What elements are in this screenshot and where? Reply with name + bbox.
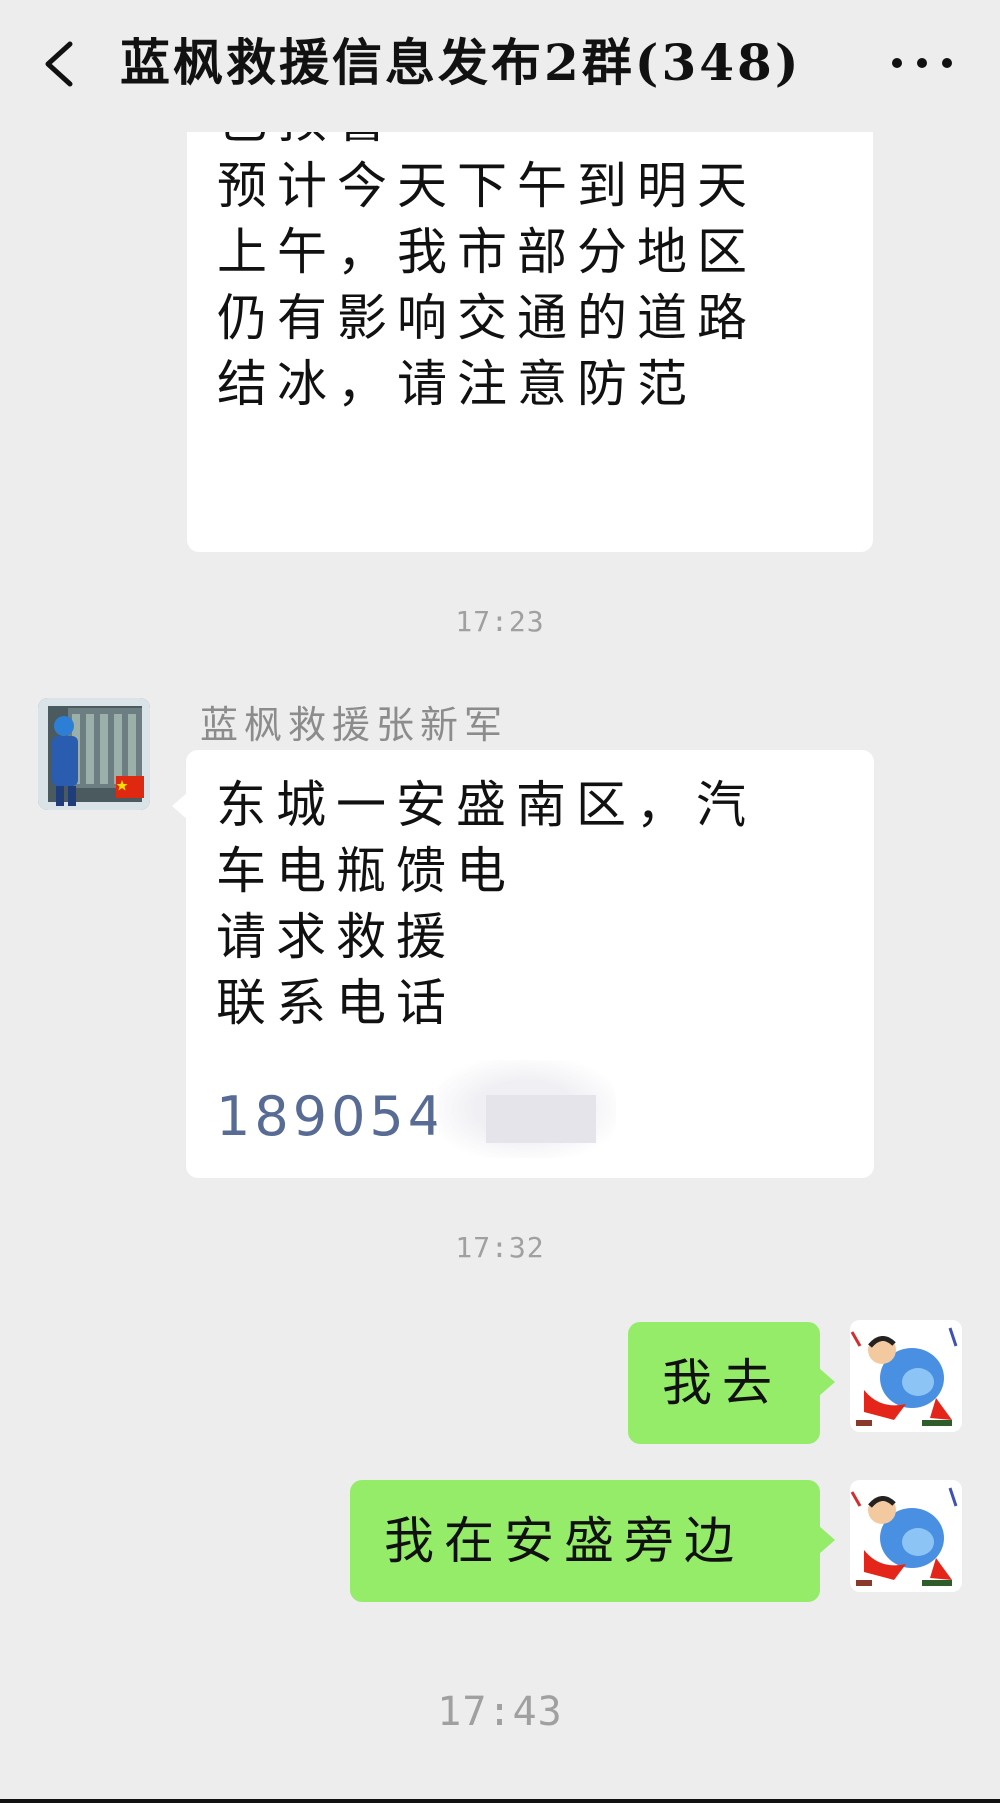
- avatar[interactable]: [850, 1480, 962, 1592]
- avatar-cartoon-icon: [850, 1480, 962, 1592]
- timestamp: 17:32: [455, 1231, 545, 1264]
- avatar[interactable]: [38, 698, 150, 810]
- message-text: 我去: [662, 1354, 782, 1412]
- avatar-photo-icon: [38, 698, 150, 810]
- avatar-cartoon-icon: [850, 1320, 962, 1432]
- bubble-tail: [819, 1526, 835, 1554]
- message-bubble[interactable]: 东城一安盛南区，汽 车电瓶馈电 请求救援 联系电话 189054: [172, 750, 874, 1178]
- message-bubble[interactable]: 我去: [628, 1322, 835, 1444]
- message-text: 色预警 预计今天下午到明天 上午，我市部分地区 仍有影响交通的道路 结冰，请注意…: [217, 95, 757, 413]
- bubble-tail: [172, 792, 188, 820]
- message-text: 东城一安盛南区，汽 车电瓶馈电 请求救援 联系电话: [216, 776, 756, 1032]
- chat-title: 蓝枫救援信息发布2群(348): [120, 33, 802, 92]
- timestamp: 17:23: [455, 605, 545, 638]
- bottom-edge: [0, 1799, 1000, 1803]
- message-bubble[interactable]: 我在安盛旁边: [350, 1480, 835, 1602]
- avatar[interactable]: [850, 1320, 962, 1432]
- timestamp: 17:43: [437, 1689, 563, 1735]
- message-bubble[interactable]: 色预警 预计今天下午到明天 上午，我市部分地区 仍有影响交通的道路 结冰，请注意…: [187, 95, 873, 552]
- bubble-tail: [819, 1368, 835, 1396]
- sender-name: 蓝枫救援张新军: [200, 703, 509, 747]
- message-text: 我在安盛旁边: [384, 1512, 744, 1570]
- chevron-left-icon[interactable]: [40, 40, 80, 88]
- phone-link[interactable]: 189054: [216, 1084, 446, 1150]
- chat-header: 蓝枫救援信息发布2群(348): [0, 0, 1000, 132]
- redaction-blur: [436, 1060, 616, 1158]
- more-icon[interactable]: [892, 48, 952, 78]
- redaction-block: [486, 1095, 596, 1143]
